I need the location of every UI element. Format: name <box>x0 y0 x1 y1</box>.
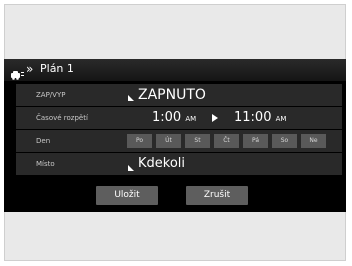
selector-mark-icon <box>128 95 134 101</box>
end-time-value: 11:00 <box>234 110 272 125</box>
day-button[interactable]: Po <box>127 134 152 148</box>
page-title: Plán 1 <box>40 62 74 75</box>
start-time[interactable]: 1:00 AM <box>152 109 196 128</box>
arrow-right-icon <box>212 114 218 122</box>
car-icon <box>11 65 24 84</box>
row-place[interactable]: Místo Kdekoli <box>16 153 342 175</box>
place-value[interactable]: Kdekoli <box>138 155 185 173</box>
end-time[interactable]: 11:00 AM <box>234 109 286 128</box>
start-ampm: AM <box>185 115 197 123</box>
cancel-button[interactable]: Zrušit <box>186 186 248 205</box>
day-button[interactable]: Čt <box>214 134 239 148</box>
day-button[interactable]: Pá <box>243 134 268 148</box>
place-label: Místo <box>36 160 55 168</box>
onoff-label: ZAP/VYP <box>36 91 66 99</box>
onoff-value[interactable]: ZAPNUTO <box>138 86 206 104</box>
end-ampm: AM <box>275 115 287 123</box>
day-button[interactable]: Ne <box>301 134 326 148</box>
start-time-value: 1:00 <box>152 110 182 125</box>
timer-label: Časové rozpětí <box>36 114 88 122</box>
schedule-screen: » Plán 1 ZAP/VYP ZAPNUTO Časové rozpětí … <box>4 59 346 212</box>
chevron-right-icon: » <box>26 62 34 76</box>
save-button[interactable]: Uložit <box>96 186 158 205</box>
row-onoff[interactable]: ZAP/VYP ZAPNUTO <box>16 84 342 106</box>
day-button[interactable]: Út <box>156 134 181 148</box>
header-bar: » Plán 1 <box>4 59 346 81</box>
selector-mark-icon <box>128 165 134 171</box>
row-days: Den Po Út St Čt Pá So Ne <box>16 130 342 152</box>
day-button[interactable]: St <box>185 134 210 148</box>
day-button[interactable]: So <box>272 134 297 148</box>
row-timer[interactable]: Časové rozpětí 1:00 AM 11:00 AM <box>16 107 342 129</box>
days-label: Den <box>36 137 51 145</box>
